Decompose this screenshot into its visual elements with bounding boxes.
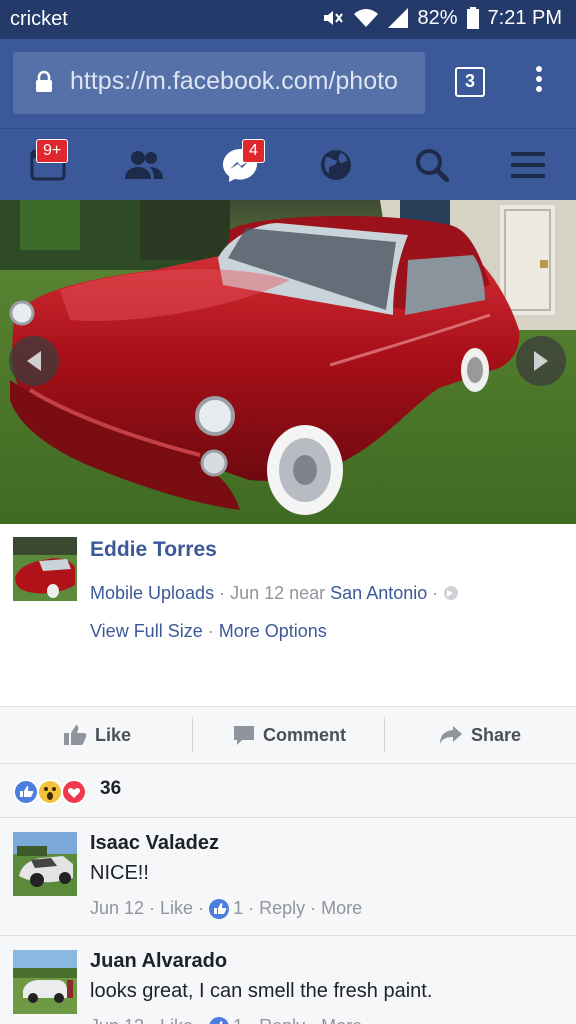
comment-item: Isaac Valadez NICE!! Jun 12 · Like · 1 · Repl… — [0, 818, 576, 936]
battery-icon — [466, 7, 479, 29]
red-car-photo — [0, 200, 576, 524]
post-action-bar: Like Comment Share — [0, 706, 576, 764]
tab-switcher-button[interactable]: 3 — [455, 67, 485, 97]
more-options-link[interactable]: More Options — [219, 621, 327, 641]
search-icon — [416, 149, 449, 182]
comment-text: NICE!! — [90, 862, 149, 884]
like-reaction-icon — [13, 779, 39, 805]
post-author-name[interactable]: Eddie Torres — [90, 538, 217, 562]
mute-icon — [324, 11, 344, 25]
comment-text: looks great, I can smell the fresh paint… — [90, 980, 433, 1002]
album-link[interactable]: Mobile Uploads — [90, 583, 214, 603]
post-options-line: View Full Size · More Options — [90, 621, 327, 642]
overflow-menu-icon[interactable] — [530, 66, 548, 98]
comment-date: Jun 12 — [90, 1016, 144, 1024]
next-photo-button[interactable] — [516, 336, 566, 386]
post-photo[interactable] — [0, 200, 576, 524]
commenter-name[interactable]: Isaac Valadez — [90, 832, 219, 855]
author-avatar-image — [13, 537, 77, 601]
wifi-icon — [354, 9, 379, 27]
comment-item: Juan Alvarado looks great, I can smell t… — [0, 936, 576, 1024]
divider — [192, 717, 193, 752]
battery-percent: 82% — [417, 6, 458, 29]
status-bar: cricket 82% 7:21 PM — [0, 0, 576, 39]
nav-news-feed[interactable]: 9+ — [0, 129, 96, 201]
comment-meta: Jun 12·Like· 1·Reply·More — [90, 1016, 362, 1024]
comment-more-button[interactable]: More — [321, 1016, 362, 1024]
friends-icon — [125, 151, 163, 179]
author-avatar[interactable] — [13, 537, 77, 601]
signal-icon — [388, 8, 409, 28]
separator: · — [214, 583, 231, 603]
comment-like-count: 1 — [233, 1016, 243, 1024]
comment-label: Comment — [263, 724, 347, 745]
nav-search[interactable] — [384, 129, 480, 201]
carrier-name: cricket — [10, 8, 68, 30]
comments-list: Isaac Valadez NICE!! Jun 12 · Like · 1 · Repl… — [0, 818, 576, 1024]
wow-reaction-icon — [37, 779, 63, 805]
post-header: Eddie Torres Mobile Uploads · Jun 12 nea… — [0, 524, 576, 706]
commenter-avatar-image — [13, 832, 77, 896]
feed-badge: 9+ — [36, 139, 69, 163]
post-meta-line: Mobile Uploads · Jun 12 near San Antonio… — [90, 583, 459, 604]
url-text: https://m.facebook.com/photo — [70, 67, 398, 95]
nav-notifications[interactable] — [288, 129, 384, 201]
comment-like-button[interactable]: Like — [160, 898, 193, 919]
share-arrow-icon — [440, 726, 462, 744]
facebook-nav-bar: 9+ 4 — [0, 128, 576, 200]
thumbs-up-icon — [64, 725, 87, 745]
like-label: Like — [95, 724, 132, 745]
comment-date: Jun 12 — [90, 898, 145, 918]
lock-icon — [36, 70, 52, 92]
browser-toolbar: https://m.facebook.com/photo 3 — [0, 39, 576, 128]
comment-like-count-icon — [209, 1016, 230, 1024]
view-full-size-link[interactable]: View Full Size — [90, 621, 203, 641]
comment-like-count: 1 — [233, 898, 244, 918]
like-button[interactable]: Like — [63, 707, 131, 763]
comment-reply-button[interactable]: Reply — [259, 1016, 305, 1024]
comment-button[interactable]: Comment — [233, 707, 346, 763]
commenter-avatar-image — [13, 950, 77, 1014]
separator: · — [202, 621, 219, 641]
nav-more[interactable] — [480, 129, 576, 201]
post-date: Jun 12 near — [230, 583, 331, 603]
chevron-right-icon — [534, 351, 548, 371]
commenter-name[interactable]: Juan Alvarado — [90, 950, 227, 973]
comment-like-count-icon — [209, 898, 230, 919]
public-globe-icon — [444, 586, 459, 600]
comment-more-button[interactable]: More — [321, 898, 362, 919]
hamburger-menu-icon — [511, 152, 545, 178]
reactions-summary[interactable]: 36 — [0, 764, 576, 818]
commenter-avatar[interactable] — [13, 950, 77, 1014]
globe-icon — [321, 150, 351, 180]
chevron-left-icon — [27, 351, 41, 371]
comment-icon — [234, 726, 254, 745]
previous-photo-button[interactable] — [9, 336, 59, 386]
location-link[interactable]: San Antonio — [330, 583, 427, 603]
comment-reply-button[interactable]: Reply — [259, 898, 305, 919]
url-bar[interactable]: https://m.facebook.com/photo — [13, 52, 425, 114]
reaction-count: 36 — [100, 778, 122, 799]
love-reaction-icon — [61, 779, 87, 805]
comment-like-button[interactable]: Like — [160, 1016, 193, 1024]
nav-messages[interactable]: 4 — [192, 129, 288, 201]
commenter-avatar[interactable] — [13, 832, 77, 896]
divider — [384, 717, 385, 752]
comment-meta: Jun 12·Like· 1·Reply·More — [90, 898, 363, 919]
status-icons: 82% 7:21 PM — [321, 6, 562, 30]
reaction-icons — [13, 779, 91, 805]
clock: 7:21 PM — [487, 6, 562, 29]
share-label: Share — [471, 724, 522, 745]
messages-badge: 4 — [242, 139, 265, 163]
separator: · — [427, 583, 444, 603]
share-button[interactable]: Share — [439, 707, 521, 763]
nav-friend-requests[interactable] — [96, 129, 192, 201]
